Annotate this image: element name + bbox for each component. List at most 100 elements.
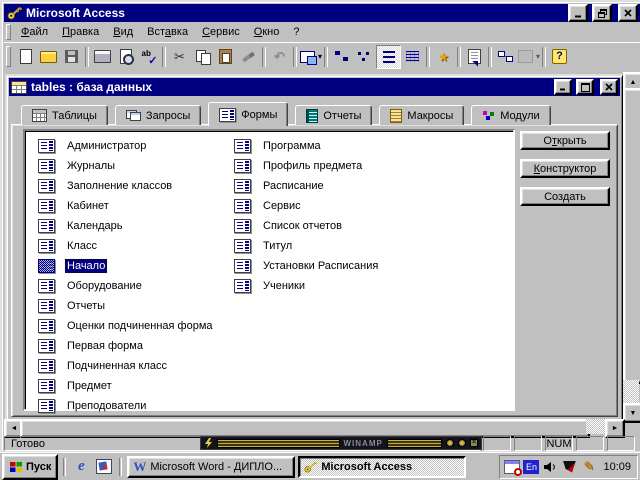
- winamp-logo-icon: [204, 438, 213, 448]
- tab-reports[interactable]: Отчеты: [295, 105, 372, 125]
- open-button[interactable]: [37, 46, 60, 68]
- undo-button[interactable]: ↶: [268, 46, 291, 68]
- list-item[interactable]: Календарь: [25, 216, 221, 236]
- properties-button[interactable]: [463, 46, 486, 68]
- list-item[interactable]: Программа: [221, 136, 513, 156]
- large-buttons-icon[interactable]: [330, 46, 353, 68]
- list-item[interactable]: Список отчетов: [221, 216, 513, 236]
- volume-icon[interactable]: [542, 459, 558, 474]
- menu-item[interactable]: Вид: [106, 24, 140, 40]
- winamp-close-icon[interactable]: ×: [470, 439, 478, 447]
- menubar-grip-icon[interactable]: [6, 24, 11, 40]
- menu-item[interactable]: Вставка: [140, 24, 195, 40]
- task-access-button[interactable]: Microsoft Access: [298, 456, 466, 478]
- toolbar-separator: [542, 47, 546, 67]
- task-word-button[interactable]: W Microsoft Word - ДИПЛО...: [127, 456, 295, 478]
- list-item[interactable]: Ученики: [221, 276, 513, 296]
- list-item[interactable]: Титул: [221, 236, 513, 256]
- menu-item[interactable]: Файл: [14, 24, 55, 40]
- tab-modules[interactable]: Модули: [471, 105, 550, 125]
- list-item[interactable]: Профиль предмета: [221, 156, 513, 176]
- antivirus-icon[interactable]: [561, 459, 577, 474]
- new-button[interactable]: Создать: [520, 187, 610, 206]
- help-button[interactable]: ?: [548, 46, 571, 68]
- save-button[interactable]: [60, 46, 83, 68]
- winamp-seek-slider[interactable]: [217, 439, 340, 448]
- relationships-button[interactable]: [494, 46, 517, 68]
- list-item[interactable]: Отчеты: [25, 296, 221, 316]
- cut-button[interactable]: ✂: [168, 46, 191, 68]
- list-item[interactable]: Сервис: [221, 196, 513, 216]
- winamp-shade-window[interactable]: WINAMP ×: [200, 436, 482, 450]
- code-button[interactable]: ▾: [517, 46, 540, 68]
- list-item[interactable]: Класс: [25, 236, 221, 256]
- mdi-horizontal-scrollbar[interactable]: ◄ ►: [4, 419, 621, 434]
- form-icon: [38, 219, 55, 233]
- mdi-vertical-scrollbar[interactable]: ▲ ▼: [623, 72, 639, 419]
- format-painter-button[interactable]: [237, 46, 260, 68]
- list-item[interactable]: Заполнение классов: [25, 176, 221, 196]
- list-item[interactable]: Предмет: [25, 376, 221, 396]
- start-button[interactable]: Пуск: [2, 454, 58, 480]
- status-panel-3: [576, 436, 604, 451]
- db-maximize-button[interactable]: [576, 79, 594, 95]
- tab-macros[interactable]: Макросы: [379, 105, 464, 125]
- winamp-shade-icon[interactable]: [458, 439, 466, 447]
- list-item[interactable]: Журналы: [25, 156, 221, 176]
- code-icon: [517, 48, 535, 66]
- scheduler-icon[interactable]: [504, 459, 520, 474]
- small-buttons-icon[interactable]: [353, 46, 376, 68]
- toolbar-grip-icon[interactable]: [6, 46, 11, 67]
- menu-item[interactable]: ?: [286, 24, 306, 40]
- list-item[interactable]: Подчиненная класс: [25, 356, 221, 376]
- db-minimize-button[interactable]: [554, 79, 572, 95]
- properties-icon: [466, 48, 484, 66]
- mail-icon[interactable]: [94, 457, 114, 477]
- forms-list[interactable]: АдминистраторЖурналыЗаполнение классовКа…: [23, 129, 515, 411]
- close-button[interactable]: [618, 4, 638, 22]
- list-item[interactable]: Кабинет: [25, 196, 221, 216]
- new-button[interactable]: [14, 46, 37, 68]
- office-links-button[interactable]: ▾: [299, 46, 322, 68]
- language-indicator[interactable]: En: [523, 460, 539, 474]
- minimize-button[interactable]: [568, 4, 588, 22]
- details-button[interactable]: [401, 46, 424, 68]
- list-item[interactable]: Оценки подчиненная форма: [25, 316, 221, 336]
- menu-item[interactable]: Правка: [55, 24, 106, 40]
- print-preview-button[interactable]: [114, 46, 137, 68]
- print-preview-icon: [117, 48, 135, 66]
- restore-button[interactable]: [592, 4, 612, 22]
- print-button[interactable]: [91, 46, 114, 68]
- menu-item[interactable]: Сервис: [195, 24, 247, 40]
- list-item[interactable]: Первая форма: [25, 336, 221, 356]
- menu-item[interactable]: Окно: [247, 24, 287, 40]
- winamp-minimize-icon[interactable]: [446, 439, 454, 447]
- list-item[interactable]: Установки Расписания: [221, 256, 513, 276]
- list-item[interactable]: Начало: [25, 256, 221, 276]
- tab-forms[interactable]: Формы: [208, 102, 288, 126]
- list-button[interactable]: [376, 45, 401, 69]
- list-item[interactable]: Расписание: [221, 176, 513, 196]
- list-item[interactable]: Оборудование: [25, 276, 221, 296]
- form-icon: [38, 339, 55, 353]
- paste-button[interactable]: [214, 46, 237, 68]
- spelling-button[interactable]: ab✓: [137, 46, 160, 68]
- copy-button[interactable]: [191, 46, 214, 68]
- winamp-volume-slider[interactable]: [387, 439, 442, 448]
- design-button[interactable]: Конструктор: [520, 159, 610, 178]
- ie-icon[interactable]: e: [71, 457, 91, 477]
- pen-icon[interactable]: ✎: [580, 459, 596, 474]
- list-item[interactable]: Преподователи: [25, 396, 221, 416]
- list-item[interactable]: Администратор: [25, 136, 221, 156]
- new-object-button[interactable]: ★: [432, 46, 455, 68]
- toolbar: ab✓ ✂ ↶ ▾ ★ ▾?: [4, 42, 640, 70]
- paste-icon: [217, 48, 235, 66]
- vertical-scroll-track[interactable]: [623, 380, 639, 403]
- horizontal-scroll-track[interactable]: [586, 419, 605, 434]
- open-button[interactable]: Открыть: [520, 131, 610, 150]
- vertical-scroll-thumb[interactable]: [623, 88, 640, 384]
- tab-tables[interactable]: Таблицы: [21, 105, 108, 125]
- scroll-down-icon[interactable]: ▼: [623, 403, 640, 423]
- db-close-button[interactable]: [600, 79, 618, 95]
- tab-queries[interactable]: Запросы: [115, 105, 201, 125]
